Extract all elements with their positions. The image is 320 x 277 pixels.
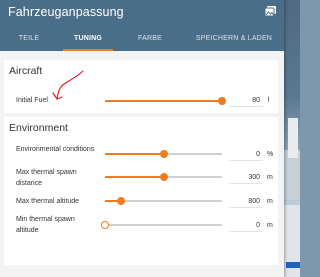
initial-fuel-unit: l <box>268 97 270 104</box>
panel-title: Fahrzeuganpassung <box>8 5 124 19</box>
initial-fuel-label: Initial Fuel <box>16 97 48 104</box>
background-scene <box>284 0 300 277</box>
tab-farbe[interactable]: FARBE <box>123 30 177 51</box>
panel-header: Fahrzeuganpassung TEILE TUNING FARBE SPE… <box>0 0 284 51</box>
max-thermal-altitude-label: Max thermal altitude <box>16 198 80 205</box>
initial-fuel-input[interactable]: 80 <box>229 94 263 107</box>
max-thermal-altitude-unit: m <box>267 198 273 205</box>
slider-thumb[interactable] <box>218 97 226 105</box>
slider-thumb[interactable] <box>117 197 126 205</box>
aircraft-section-title: Aircraft <box>9 65 43 77</box>
tab-tuning[interactable]: TUNING <box>61 30 115 51</box>
max-thermal-spawn-distance-input[interactable]: 300 <box>229 171 263 184</box>
vehicle-customization-panel: Fahrzeuganpassung TEILE TUNING FARBE SPE… <box>0 0 284 277</box>
slider-thumb[interactable] <box>159 150 168 158</box>
slider-fill <box>105 153 164 155</box>
slider-thumb[interactable] <box>159 173 168 181</box>
max-thermal-altitude-input[interactable]: 800 <box>229 195 263 208</box>
tab-speichern-laden[interactable]: SPEICHERN & LADEN <box>186 30 282 51</box>
min-thermal-spawn-altitude-input[interactable]: 0 <box>229 219 263 232</box>
background-structure <box>288 118 298 158</box>
environmental-conditions-slider[interactable] <box>105 150 222 158</box>
slider-thumb[interactable] <box>101 221 109 229</box>
annotation-arrow <box>52 70 84 100</box>
min-thermal-spawn-altitude-label: Min thermal spawn altitude <box>16 216 75 234</box>
slider-fill <box>105 176 164 178</box>
slider-track <box>105 224 222 226</box>
min-thermal-spawn-altitude-unit: m <box>267 222 273 229</box>
tab-bar: TEILE TUNING FARBE SPEICHERN & LADEN <box>0 30 284 51</box>
tuning-content: Aircraft Initial Fuel 80 l Environment E… <box>0 51 284 277</box>
environment-section: Environment Environmental conditions 0 %… <box>4 117 278 265</box>
slider-fill <box>105 100 222 102</box>
tab-teile[interactable]: TEILE <box>2 30 56 51</box>
aircraft-section: Aircraft Initial Fuel 80 l <box>4 60 278 113</box>
min-thermal-spawn-altitude-slider[interactable] <box>101 221 222 229</box>
environmental-conditions-label: Environmental conditions <box>16 146 95 153</box>
max-thermal-spawn-distance-slider[interactable] <box>105 173 222 181</box>
environment-section-title: Environment <box>9 122 68 134</box>
environmental-conditions-unit: % <box>267 151 274 158</box>
gallery-icon[interactable] <box>264 5 277 18</box>
background-blue-object <box>286 262 300 268</box>
initial-fuel-slider[interactable] <box>105 97 226 105</box>
max-thermal-spawn-distance-label: Max thermal spawn distance <box>16 169 77 187</box>
max-thermal-altitude-slider[interactable] <box>105 197 222 205</box>
max-thermal-spawn-distance-unit: m <box>267 174 273 181</box>
environmental-conditions-input[interactable]: 0 <box>229 148 263 161</box>
